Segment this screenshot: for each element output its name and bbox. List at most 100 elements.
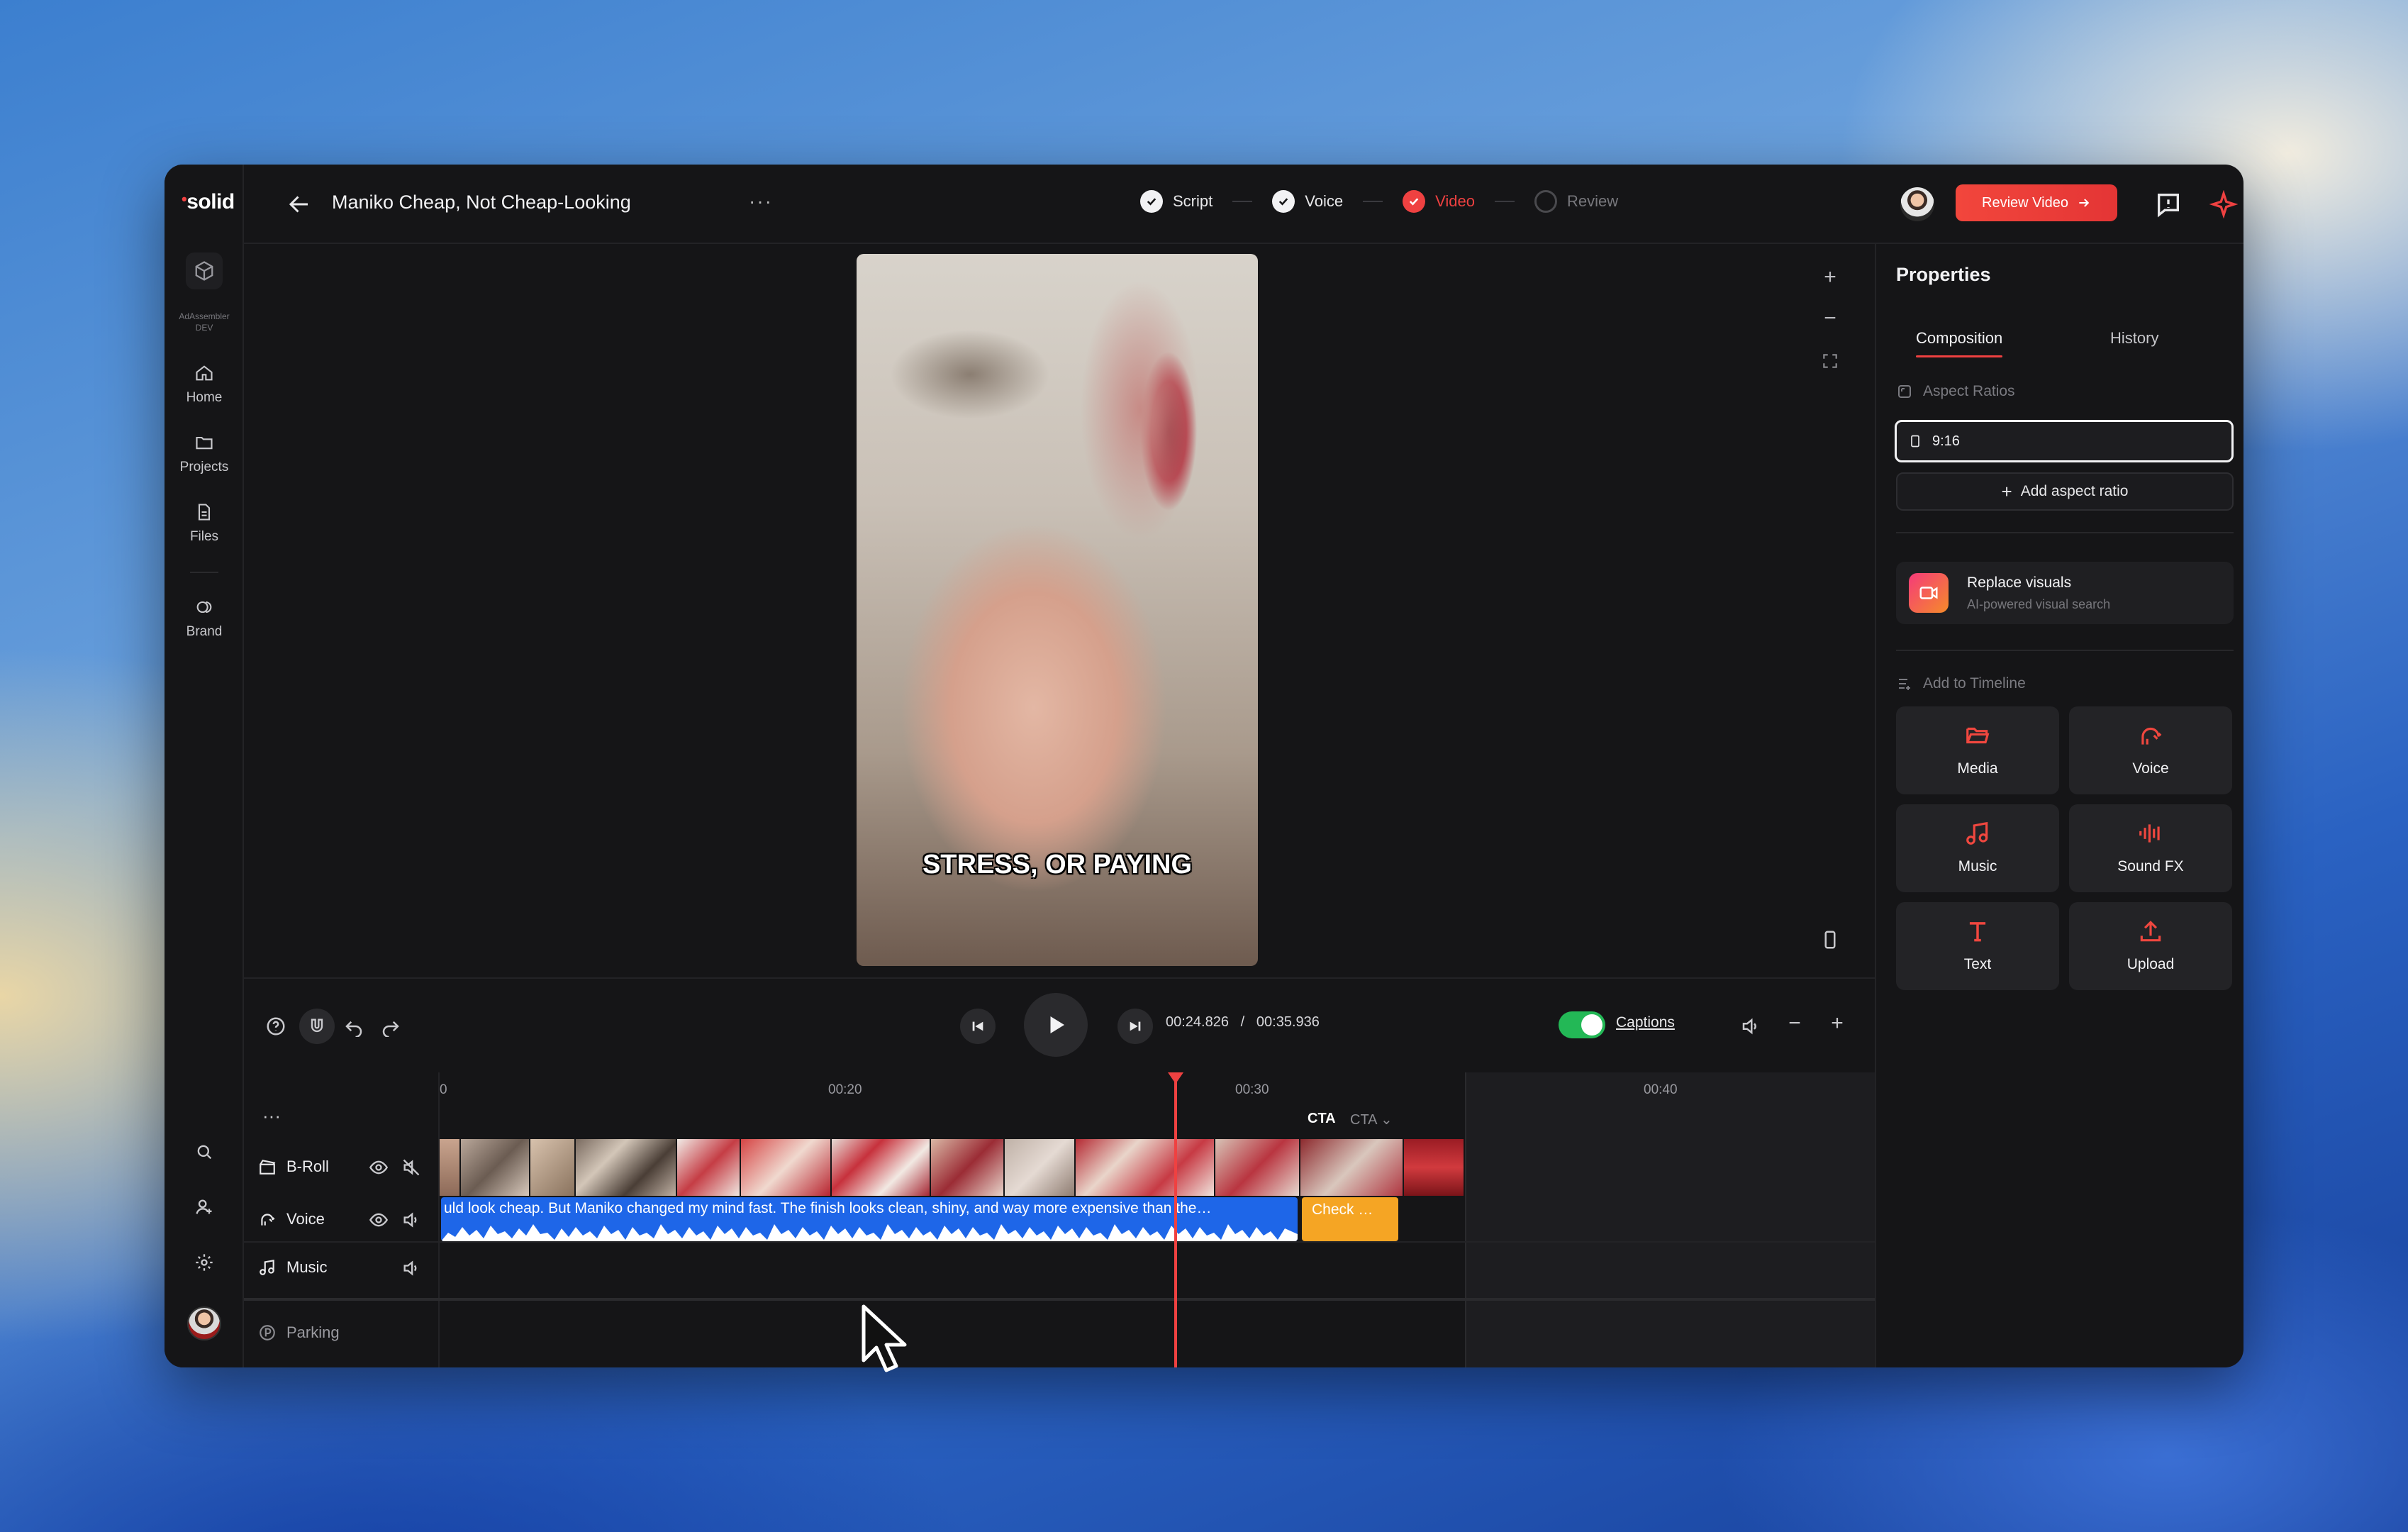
collaborator-avatar[interactable] <box>1900 187 1934 221</box>
add-user-icon[interactable] <box>194 1197 214 1217</box>
add-sound-fx-button[interactable]: Sound FX <box>2069 804 2232 892</box>
step-video[interactable]: Video <box>1403 190 1475 213</box>
eye-icon[interactable] <box>369 1210 389 1230</box>
user-avatar[interactable] <box>187 1306 221 1340</box>
sound-wave-icon <box>2139 824 2160 843</box>
mute-icon[interactable] <box>401 1158 421 1177</box>
zoom-in-button[interactable]: + <box>1819 265 1841 289</box>
check-icon <box>1272 190 1295 213</box>
add-media-button[interactable]: Media <box>1896 706 2059 794</box>
add-voice-button[interactable]: Voice <box>2069 706 2232 794</box>
broll-clip[interactable] <box>440 1139 462 1196</box>
voice-waveform <box>441 1224 1298 1241</box>
gear-icon[interactable] <box>194 1253 214 1272</box>
cta-section-label: CTA <box>1308 1111 1336 1126</box>
skip-forward-button[interactable] <box>1117 1009 1153 1044</box>
cta-clip-text: Check … <box>1312 1201 1373 1218</box>
aspect-ratio-icon <box>1898 385 1911 398</box>
broll-clip[interactable] <box>1076 1139 1215 1196</box>
broll-clip[interactable] <box>831 1139 932 1196</box>
step-connector <box>1363 201 1383 202</box>
plus-icon: + <box>2001 480 2012 502</box>
step-review[interactable]: Review <box>1534 190 1618 213</box>
tab-history[interactable]: History <box>2110 329 2158 348</box>
playhead[interactable] <box>1168 1072 1183 1367</box>
replace-visuals-title: Replace visuals <box>1967 574 2072 591</box>
aspect-ratio-option[interactable]: 9:16 <box>1895 420 2234 462</box>
mouse-cursor-icon <box>862 1304 907 1372</box>
aspect-ratios-heading: Aspect Ratios <box>1896 383 2015 400</box>
captions-link[interactable]: Captions <box>1616 1014 1675 1031</box>
play-button[interactable] <box>1024 993 1088 1057</box>
step-voice[interactable]: Voice <box>1272 190 1343 213</box>
eye-icon[interactable] <box>369 1158 389 1177</box>
help-icon[interactable] <box>265 1016 286 1037</box>
cta-voice-clip[interactable]: Check … <box>1302 1197 1398 1241</box>
back-arrow-icon[interactable] <box>286 192 312 217</box>
broll-clips[interactable] <box>440 1139 1465 1196</box>
fit-screen-icon[interactable] <box>1819 352 1841 370</box>
magnet-snap-button[interactable] <box>299 1009 335 1044</box>
broll-clip[interactable] <box>1215 1139 1300 1196</box>
timeline-more-button[interactable]: ··· <box>262 1105 281 1127</box>
nav-home[interactable]: Home <box>165 363 244 406</box>
workflow-steps: Script Voice Video Review <box>1140 190 1618 213</box>
nav-brand[interactable]: Brand <box>165 597 244 640</box>
volume-icon[interactable] <box>401 1210 421 1230</box>
home-icon <box>196 365 213 381</box>
add-aspect-ratio-button[interactable]: + Add aspect ratio <box>1896 472 2234 511</box>
review-video-button[interactable]: Review Video <box>1956 184 2117 221</box>
panel-divider <box>1896 532 2234 533</box>
skip-forward-icon <box>1130 1021 1141 1031</box>
broll-clip[interactable] <box>676 1139 741 1196</box>
time-ruler[interactable]: 0 00:20 00:30 00:40 <box>440 1072 1875 1108</box>
solid-logo[interactable]: •solid <box>182 190 235 214</box>
voice-clip[interactable]: uld look cheap. But Maniko changed my mi… <box>441 1197 1298 1241</box>
broll-clip[interactable] <box>931 1139 1005 1196</box>
step-script[interactable]: Script <box>1140 190 1213 213</box>
panel-divider <box>1896 650 2234 651</box>
broll-clip[interactable] <box>530 1139 576 1196</box>
broll-clip[interactable] <box>1005 1139 1076 1196</box>
left-rail: •solid AdAssembler DEV Home Projects File… <box>165 165 244 1367</box>
magnet-icon <box>311 1018 323 1033</box>
tab-composition[interactable]: Composition <box>1916 329 2003 357</box>
panel-title: Properties <box>1896 264 1991 285</box>
nav-projects[interactable]: Projects <box>165 433 244 475</box>
replace-visuals-button[interactable]: Replace visuals AI-powered visual search <box>1896 562 2234 624</box>
undo-icon[interactable] <box>343 1016 364 1037</box>
upload-button[interactable]: Upload <box>2069 902 2232 990</box>
broll-clip[interactable] <box>576 1139 677 1196</box>
track-music: Music <box>244 1243 1875 1292</box>
phone-frame-icon[interactable] <box>1819 929 1841 950</box>
captions-toggle[interactable] <box>1559 1011 1605 1038</box>
redo-icon[interactable] <box>380 1016 401 1037</box>
add-music-button[interactable]: Music <box>1896 804 2059 892</box>
broll-clip[interactable] <box>1403 1139 1465 1196</box>
sparkle-icon[interactable] <box>2209 190 2238 218</box>
top-bar: Maniko Cheap, Not Cheap-Looking ··· Scri… <box>244 165 2243 244</box>
parking-divider <box>244 1298 1875 1301</box>
feedback-icon[interactable] <box>2154 190 2183 218</box>
skip-back-button[interactable] <box>960 1009 996 1044</box>
ruler-tick: 00:20 <box>828 1082 862 1097</box>
broll-clip[interactable] <box>1300 1139 1404 1196</box>
video-preview[interactable]: STRESS, OR PAYING <box>857 254 1258 966</box>
timeline-zoom-out-button[interactable]: − <box>1784 1011 1805 1035</box>
broll-clip[interactable] <box>740 1139 832 1196</box>
project-more-button[interactable]: ··· <box>749 190 773 213</box>
zoom-out-button[interactable]: − <box>1819 306 1841 331</box>
nav-files[interactable]: Files <box>165 502 244 545</box>
cta-section-dropdown[interactable]: CTA ⌄ <box>1350 1111 1393 1128</box>
volume-icon[interactable] <box>1740 1016 1761 1037</box>
workspace-switcher[interactable] <box>186 252 223 289</box>
project-title[interactable]: Maniko Cheap, Not Cheap-Looking <box>332 192 631 213</box>
file-icon <box>198 504 211 521</box>
broll-clip[interactable] <box>461 1139 531 1196</box>
track-label-broll: B-Roll <box>258 1158 329 1176</box>
timeline-zoom-in-button[interactable]: + <box>1827 1011 1848 1035</box>
volume-icon[interactable] <box>401 1258 421 1278</box>
search-icon[interactable] <box>194 1142 214 1162</box>
add-text-button[interactable]: Text <box>1896 902 2059 990</box>
check-icon <box>1403 190 1426 213</box>
